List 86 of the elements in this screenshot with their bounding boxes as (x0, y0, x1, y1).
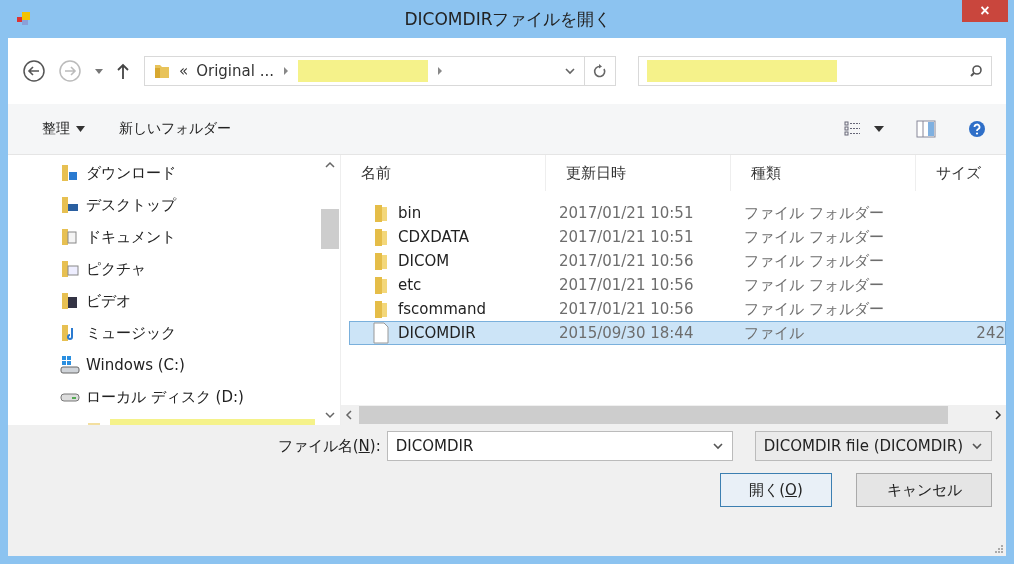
scroll-left-icon[interactable] (345, 410, 353, 420)
scrollbar-thumb[interactable] (359, 406, 948, 424)
back-icon[interactable] (22, 59, 46, 83)
sidebar-item[interactable]: ローカル ディスク (D:) (60, 381, 320, 413)
column-header[interactable]: サイズ (916, 155, 1006, 191)
organize-button[interactable]: 整理 (38, 118, 89, 140)
scroll-right-icon[interactable] (994, 410, 1002, 420)
help-icon[interactable] (968, 120, 986, 138)
file-row[interactable]: CDXDATA 2017/01/21 10:51 ファイル フォルダー (349, 225, 1006, 249)
close-button[interactable]: × (962, 0, 1008, 22)
type-cell-text: ファイル フォルダー (743, 275, 885, 295)
file-name: etc (398, 276, 422, 294)
scroll-down-icon[interactable] (325, 411, 335, 419)
sidebar-item[interactable]: デスクトップ (60, 189, 320, 221)
file-row[interactable]: DICOMDIR 2015/09/30 18:44 ファイル 242 (349, 321, 1006, 345)
library-folder-icon (60, 163, 80, 183)
file-row[interactable]: etc 2017/01/21 10:56 ファイル フォルダー (349, 273, 1006, 297)
type-cell-text: ファイル (743, 323, 805, 343)
drive-icon (60, 392, 80, 402)
folder-icon (372, 227, 390, 247)
size-cell: 242 (976, 324, 1005, 342)
type-cell-text: ファイル フォルダー (743, 299, 885, 319)
type-cell-text: ファイル フォルダー (743, 203, 885, 223)
sidebar-item[interactable]: ドキュメント (60, 221, 320, 253)
sidebar-item[interactable]: Windows (C:) (60, 349, 320, 381)
date-cell-text: 2017/01/21 10:56 (558, 276, 695, 294)
breadcrumb[interactable]: Original ... (196, 62, 274, 80)
chevron-down-icon (971, 441, 983, 451)
dropdown-icon[interactable] (874, 125, 884, 133)
horizontal-scrollbar[interactable] (341, 405, 1006, 425)
folder-icon (153, 62, 171, 80)
type-cell-text: ファイル フォルダー (743, 251, 885, 271)
sidebar-item[interactable]: ピクチャ (60, 253, 320, 285)
file-name: DICOMDIR (398, 324, 476, 342)
caret-icon (76, 126, 85, 132)
sidebar-item[interactable]: ミュージック (60, 317, 320, 349)
file-name: CDXDATA (398, 228, 469, 246)
file-name-field[interactable]: DICOMDIR (386, 431, 733, 461)
folder-icon (372, 299, 390, 319)
type-cell-text: ファイル フォルダー (743, 227, 885, 247)
column-header[interactable]: 種類 (731, 155, 916, 191)
file-name: DICOM (398, 252, 450, 270)
file-row[interactable]: bin 2017/01/21 10:51 ファイル フォルダー (349, 201, 1006, 225)
window-title: DICOMDIRファイルを開く (403, 7, 613, 31)
new-folder-button[interactable]: 新しいフォルダー (115, 118, 235, 140)
library-folder-icon (60, 259, 80, 279)
search-icon (969, 64, 983, 78)
refresh-icon[interactable] (593, 63, 607, 79)
file-row[interactable]: DICOM 2017/01/21 10:56 ファイル フォルダー (349, 249, 1006, 273)
date-cell-text: 2017/01/21 10:51 (558, 228, 695, 246)
file-name: bin (398, 204, 422, 222)
open-button[interactable]: 開く(O) (720, 473, 832, 507)
library-folder-icon (60, 291, 80, 311)
column-header[interactable]: 更新日時 (546, 155, 731, 191)
app-icon (16, 11, 32, 27)
resize-grip-icon[interactable] (994, 544, 1004, 554)
folder-icon (372, 203, 390, 223)
breadcrumb[interactable]: « (179, 62, 189, 80)
sidebar-item[interactable]: ビデオ (60, 285, 320, 317)
search-field[interactable] (638, 56, 992, 86)
sidebar-item[interactable]: ダウンロード (60, 157, 320, 189)
file-icon (372, 322, 390, 344)
up-arrow-icon[interactable] (116, 62, 130, 80)
chevron-icon (435, 66, 444, 76)
drive-icon (60, 355, 80, 375)
folder-icon (372, 251, 390, 271)
view-options-icon[interactable] (844, 121, 862, 137)
library-folder-icon (60, 195, 80, 215)
library-folder-icon (60, 227, 80, 247)
date-cell-text: 2015/09/30 18:44 (558, 324, 695, 342)
date-cell-text: 2017/01/21 10:51 (558, 204, 695, 222)
file-name: fscommand (398, 300, 486, 318)
date-cell-text: 2017/01/21 10:56 (558, 252, 695, 270)
cancel-button[interactable]: キャンセル (856, 473, 992, 507)
column-header[interactable]: 名前 (341, 155, 546, 191)
chevron-icon (281, 66, 290, 76)
file-row[interactable]: fscommand 2017/01/21 10:56 ファイル フォルダー (349, 297, 1006, 321)
date-cell-text: 2017/01/21 10:56 (558, 300, 695, 318)
folder-icon (372, 275, 390, 295)
file-type-dropdown[interactable]: DICOMDIR file (DICOMDIR) (754, 431, 992, 461)
scroll-up-icon[interactable] (325, 161, 335, 169)
scrollbar-thumb[interactable] (321, 209, 339, 249)
file-name-label: ファイル名(N): (277, 436, 381, 456)
chevron-down-icon[interactable] (711, 441, 724, 451)
chevron-down-icon[interactable] (564, 66, 576, 76)
address-bar[interactable]: « Original ... (144, 56, 616, 86)
